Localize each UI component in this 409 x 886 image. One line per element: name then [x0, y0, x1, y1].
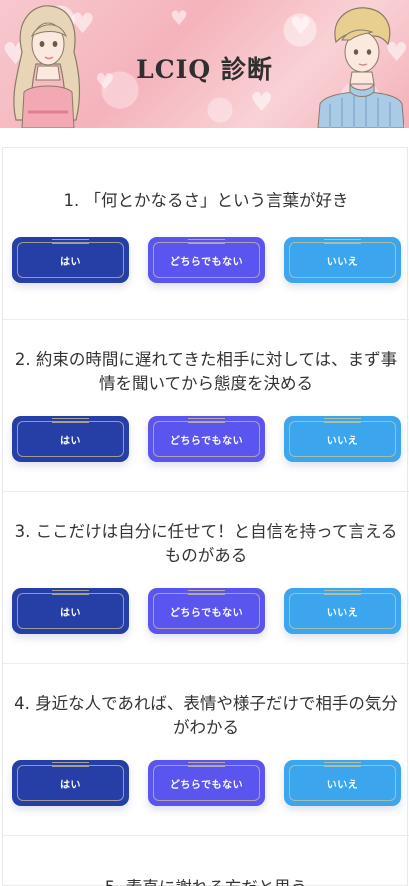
answer-no-button[interactable]: いいえ	[284, 760, 401, 806]
heart-icon: ♥	[290, 12, 312, 40]
answer-yes-button[interactable]: はい	[12, 588, 129, 634]
answer-yes-label: はい	[60, 779, 81, 791]
answer-yes-label: はい	[60, 435, 81, 447]
answer-no-label: いいえ	[326, 607, 359, 619]
heart-icon: ♥	[250, 88, 274, 118]
question-text: 3. ここだけは自分に任せて！と自信を持って言えるものがある	[14, 522, 398, 565]
answer-neutral-label: どちらでもない	[169, 256, 244, 268]
answer-no-label: いいえ	[326, 435, 359, 447]
answer-neutral-button[interactable]: どちらでもない	[148, 588, 265, 634]
answer-no-button[interactable]: いいえ	[284, 237, 401, 283]
question-list: 1. 「何とかなるさ」という言葉が好き はい どちらでもない いいえ 2. 約束…	[2, 147, 409, 886]
answer-neutral-button[interactable]: どちらでもない	[148, 760, 265, 806]
diagnosis-header: ♥ ♥ ♥ ♥ ♥ ♥ ♥ LCIQ 診断	[0, 0, 409, 128]
answer-neutral-label: どちらでもない	[169, 435, 244, 447]
question-text: 4. 身近な人であれば、表情や様子だけで相手の気分がわかる	[14, 694, 398, 737]
man-illustration	[317, 7, 404, 128]
answer-yes-button[interactable]: はい	[12, 760, 129, 806]
question-1: 1. 「何とかなるさ」という言葉が好き はい どちらでもない いいえ	[3, 148, 409, 320]
answer-no-button[interactable]: いいえ	[284, 588, 401, 634]
question-2: 2. 約束の時間に遅れてきた相手に対しては、まず事情を聞いてから態度を決める は…	[3, 320, 409, 492]
question-text: 5. 素直に謝れる方だと思う	[11, 876, 401, 886]
question-text: 1. 「何とかなるさ」という言葉が好き	[63, 191, 349, 210]
answer-yes-button[interactable]: はい	[12, 237, 129, 283]
answer-no-label: いいえ	[326, 256, 359, 268]
question-text: 2. 約束の時間に遅れてきた相手に対しては、まず事情を聞いてから態度を決める	[14, 350, 398, 393]
answer-no-label: いいえ	[326, 779, 359, 791]
answer-neutral-label: どちらでもない	[169, 779, 244, 791]
answer-no-button[interactable]: いいえ	[284, 416, 401, 462]
answer-yes-label: はい	[60, 256, 81, 268]
answer-yes-button[interactable]: はい	[12, 416, 129, 462]
answer-neutral-button[interactable]: どちらでもない	[148, 237, 265, 283]
question-4: 4. 身近な人であれば、表情や様子だけで相手の気分がわかる はい どちらでもない…	[3, 664, 409, 836]
question-5: 5. 素直に謝れる方だと思う	[3, 836, 409, 886]
answer-neutral-button[interactable]: どちらでもない	[148, 416, 265, 462]
answer-yes-label: はい	[60, 607, 81, 619]
question-3: 3. ここだけは自分に任せて！と自信を持って言えるものがある はい どちらでもな…	[3, 492, 409, 664]
heart-icon: ♥	[170, 6, 188, 30]
answer-neutral-label: どちらでもない	[169, 607, 244, 619]
